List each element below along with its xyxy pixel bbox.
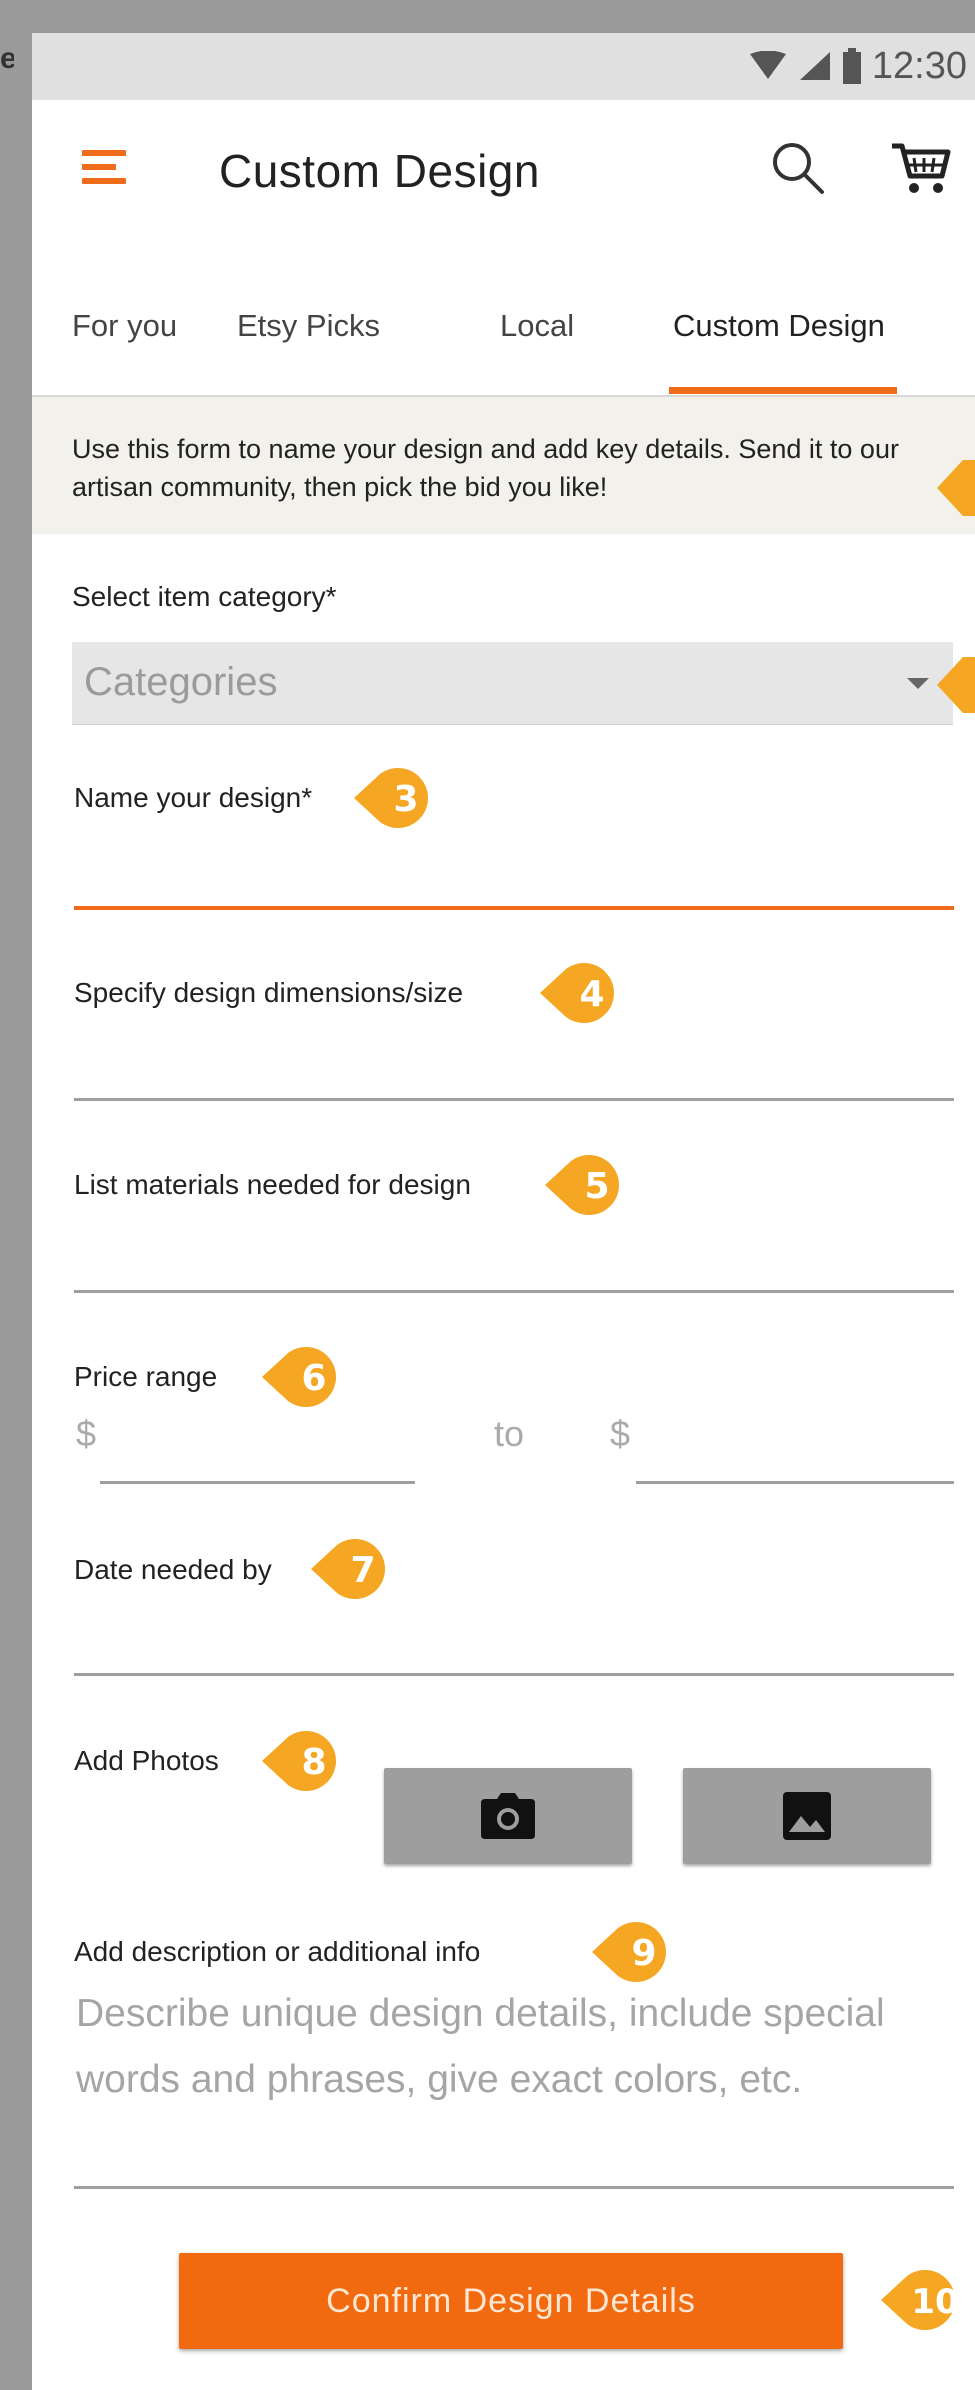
description-input[interactable] (74, 2186, 954, 2189)
price-min-currency: $ (76, 1413, 97, 1454)
badge-arrow-1 (937, 460, 975, 516)
cart-icon[interactable] (888, 138, 952, 198)
svg-text:3: 3 (393, 779, 418, 820)
step-badge-7: 7 (311, 1539, 385, 1599)
materials-input[interactable] (74, 1290, 954, 1293)
dimensions-input[interactable] (74, 1098, 954, 1101)
image-icon (783, 1792, 831, 1840)
step-badge-10: 10 (881, 2270, 959, 2330)
search-icon[interactable] (768, 138, 828, 198)
svg-text:9: 9 (631, 1933, 656, 1974)
price-to-label: to (494, 1413, 525, 1454)
date-input[interactable] (74, 1673, 954, 1676)
price-min-input[interactable] (100, 1481, 415, 1484)
svg-text:5: 5 (584, 1166, 609, 1207)
chevron-down-icon (907, 678, 929, 689)
confirm-design-button[interactable]: Confirm Design Details (179, 2253, 843, 2349)
edge-text: e (0, 42, 14, 75)
phone-screen: 12:30 Custom Design For you Etsy Picks L… (32, 33, 975, 2390)
app-bar: Custom Design (32, 100, 975, 235)
battery-icon (842, 48, 861, 84)
camera-icon (481, 1793, 535, 1839)
materials-label: List materials needed for design (74, 1169, 471, 1200)
svg-text:8: 8 (301, 1742, 326, 1783)
info-banner-text: Use this form to name your design and ad… (72, 434, 899, 502)
step-badge-5: 5 (545, 1155, 619, 1215)
step-badge-9: 9 (592, 1922, 666, 1982)
design-name-label: Name your design* (74, 782, 313, 813)
step-badge-3: 3 (354, 768, 428, 828)
badge-arrow-2 (937, 657, 975, 713)
info-banner: Use this form to name your design and ad… (32, 395, 975, 532)
design-name-input[interactable] (74, 906, 954, 910)
menu-icon[interactable] (82, 150, 126, 184)
category-label: Select item category* (72, 581, 337, 612)
description-placeholder: Describe unique design details, include … (76, 1992, 885, 2101)
take-photo-button[interactable] (384, 1768, 632, 1864)
svg-text:6: 6 (301, 1358, 326, 1399)
signal-icon (799, 52, 830, 80)
category-select[interactable]: Categories (72, 642, 953, 725)
confirm-design-label: Confirm Design Details (326, 2282, 696, 2320)
app-title: Custom Design (219, 145, 540, 197)
add-photos-label: Add Photos (74, 1745, 219, 1776)
dimensions-label: Specify design dimensions/size (74, 977, 464, 1008)
status-time: 12:30 (871, 44, 967, 87)
category-select-value: Categories (84, 660, 278, 704)
choose-image-button[interactable] (683, 1768, 931, 1864)
step-badge-6: 6 (262, 1347, 336, 1407)
status-bar: 12:30 (32, 33, 975, 100)
svg-text:10: 10 (911, 2282, 958, 2322)
step-badge-4: 4 (540, 963, 614, 1023)
date-label: Date needed by (74, 1554, 272, 1585)
wifi-icon (749, 51, 786, 79)
svg-text:4: 4 (579, 974, 604, 1015)
tab-bar: For you Etsy Picks Local Custom Design (72, 308, 885, 343)
step-badge-8: 8 (262, 1731, 336, 1791)
price-max-currency: $ (610, 1413, 631, 1454)
price-max-input[interactable] (636, 1481, 954, 1484)
price-range-label: Price range (74, 1361, 218, 1392)
description-label: Add description or additional info (74, 1936, 481, 1967)
active-tab-indicator (669, 387, 897, 394)
svg-text:7: 7 (350, 1550, 375, 1591)
